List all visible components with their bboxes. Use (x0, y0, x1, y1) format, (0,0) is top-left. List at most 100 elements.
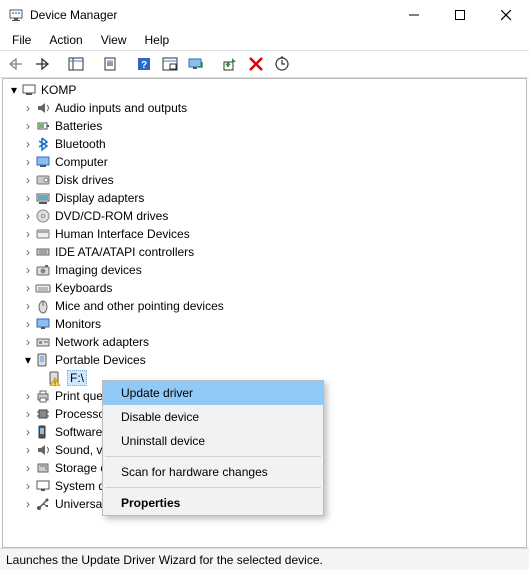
bluetooth-icon (35, 136, 51, 152)
chevron-right-icon[interactable]: › (21, 102, 35, 114)
processor-icon (35, 406, 51, 422)
chevron-right-icon[interactable]: › (21, 156, 35, 168)
properties-button[interactable] (98, 53, 122, 75)
monitor-icon (35, 316, 51, 332)
context-menu-separator (105, 456, 321, 457)
tree-category[interactable]: › Computer (5, 153, 524, 171)
storage-icon (35, 460, 51, 476)
portable-icon (35, 352, 51, 368)
chevron-right-icon[interactable]: › (21, 228, 35, 240)
portable-device-warning-icon: ! (47, 370, 63, 386)
tree-category[interactable]: › Monitors (5, 315, 524, 333)
forward-button[interactable] (30, 53, 54, 75)
scan-hardware-button[interactable] (270, 53, 294, 75)
imaging-icon (35, 262, 51, 278)
tree-category[interactable]: › Mice and other pointing devices (5, 297, 524, 315)
tree-category[interactable]: › Bluetooth (5, 135, 524, 153)
chevron-right-icon[interactable]: › (21, 408, 35, 420)
action-settings-button[interactable] (158, 53, 182, 75)
tree-category[interactable]: ›IDE ATA/ATAPI controllers (5, 243, 524, 261)
chevron-right-icon[interactable]: › (21, 426, 35, 438)
cm-uninstall-device[interactable]: Uninstall device (103, 429, 323, 453)
tree-category[interactable]: ›Display adapters (5, 189, 524, 207)
cm-update-driver[interactable]: Update driver (103, 381, 323, 405)
category-label: Disk drives (55, 173, 114, 187)
tree-category[interactable]: › Human Interface Devices (5, 225, 524, 243)
status-text: Launches the Update Driver Wizard for th… (6, 553, 323, 567)
tree-root[interactable]: ▾ KOMP (5, 81, 524, 99)
keyboard-icon (35, 280, 51, 296)
chevron-right-icon[interactable]: › (21, 192, 35, 204)
chevron-right-icon[interactable]: › (21, 174, 35, 186)
category-label: Monitors (55, 317, 101, 331)
chevron-right-icon[interactable]: › (21, 462, 35, 474)
menu-bar: File Action View Help (0, 30, 529, 50)
chevron-right-icon[interactable]: › (21, 246, 35, 258)
audio-icon (35, 100, 51, 116)
context-menu: Update driver Disable device Uninstall d… (102, 380, 324, 516)
menu-view[interactable]: View (93, 32, 135, 48)
close-button[interactable] (483, 0, 529, 30)
category-label: Keyboards (55, 281, 112, 295)
context-menu-separator (105, 487, 321, 488)
chevron-right-icon[interactable]: › (21, 282, 35, 294)
chevron-right-icon[interactable]: › (21, 120, 35, 132)
tree-category[interactable]: ›DVD/CD-ROM drives (5, 207, 524, 225)
chevron-right-icon[interactable]: › (21, 498, 35, 510)
help-button[interactable]: ? (132, 53, 156, 75)
disk-icon (35, 172, 51, 188)
hid-icon (35, 226, 51, 242)
tree-category[interactable]: ›Imaging devices (5, 261, 524, 279)
chevron-right-icon[interactable]: › (21, 210, 35, 222)
svg-text:?: ? (141, 60, 147, 71)
cm-properties[interactable]: Properties (103, 491, 323, 515)
category-label: Network adapters (55, 335, 149, 349)
menu-file[interactable]: File (4, 32, 39, 48)
chevron-down-icon[interactable]: ▾ (21, 354, 35, 366)
display-icon (35, 190, 51, 206)
chevron-right-icon[interactable]: › (21, 444, 35, 456)
chevron-down-icon[interactable]: ▾ (7, 84, 21, 96)
chevron-right-icon[interactable]: › (21, 390, 35, 402)
dvd-icon (35, 208, 51, 224)
category-label: Bluetooth (55, 137, 106, 151)
mouse-icon (35, 298, 51, 314)
tree-category-expanded[interactable]: ▾Portable Devices (5, 351, 524, 369)
title-bar: Device Manager (0, 0, 529, 30)
menu-action[interactable]: Action (41, 32, 90, 48)
enable-device-button[interactable] (218, 53, 242, 75)
chevron-right-icon[interactable]: › (21, 318, 35, 330)
category-label: Human Interface Devices (55, 227, 190, 241)
system-icon (35, 478, 51, 494)
minimize-button[interactable] (391, 0, 437, 30)
back-button[interactable] (4, 53, 28, 75)
uninstall-button[interactable] (244, 53, 268, 75)
window-controls (391, 0, 529, 30)
category-label: Mice and other pointing devices (55, 299, 224, 313)
tree-category[interactable]: ›Batteries (5, 117, 524, 135)
chevron-right-icon[interactable]: › (21, 300, 35, 312)
chevron-right-icon[interactable]: › (21, 336, 35, 348)
tree-category[interactable]: ›Audio inputs and outputs (5, 99, 524, 117)
network-icon (35, 334, 51, 350)
tree-category[interactable]: › Disk drives (5, 171, 524, 189)
device-manager-icon (8, 7, 24, 23)
status-bar: Launches the Update Driver Wizard for th… (0, 548, 529, 570)
cm-disable-device[interactable]: Disable device (103, 405, 323, 429)
tree-category[interactable]: › Keyboards (5, 279, 524, 297)
battery-icon (35, 118, 51, 134)
update-driver-button[interactable] (184, 53, 208, 75)
usb-icon (35, 496, 51, 512)
menu-help[interactable]: Help (137, 32, 178, 48)
svg-text:!: ! (54, 381, 56, 387)
chevron-right-icon[interactable]: › (21, 480, 35, 492)
maximize-button[interactable] (437, 0, 483, 30)
tree-category[interactable]: › Network adapters (5, 333, 524, 351)
cm-scan-hardware[interactable]: Scan for hardware changes (103, 460, 323, 484)
show-hide-tree-button[interactable] (64, 53, 88, 75)
chevron-right-icon[interactable]: › (21, 138, 35, 150)
chevron-right-icon[interactable]: › (21, 264, 35, 276)
sound-icon (35, 442, 51, 458)
software-icon (35, 424, 51, 440)
category-label: Computer (55, 155, 108, 169)
